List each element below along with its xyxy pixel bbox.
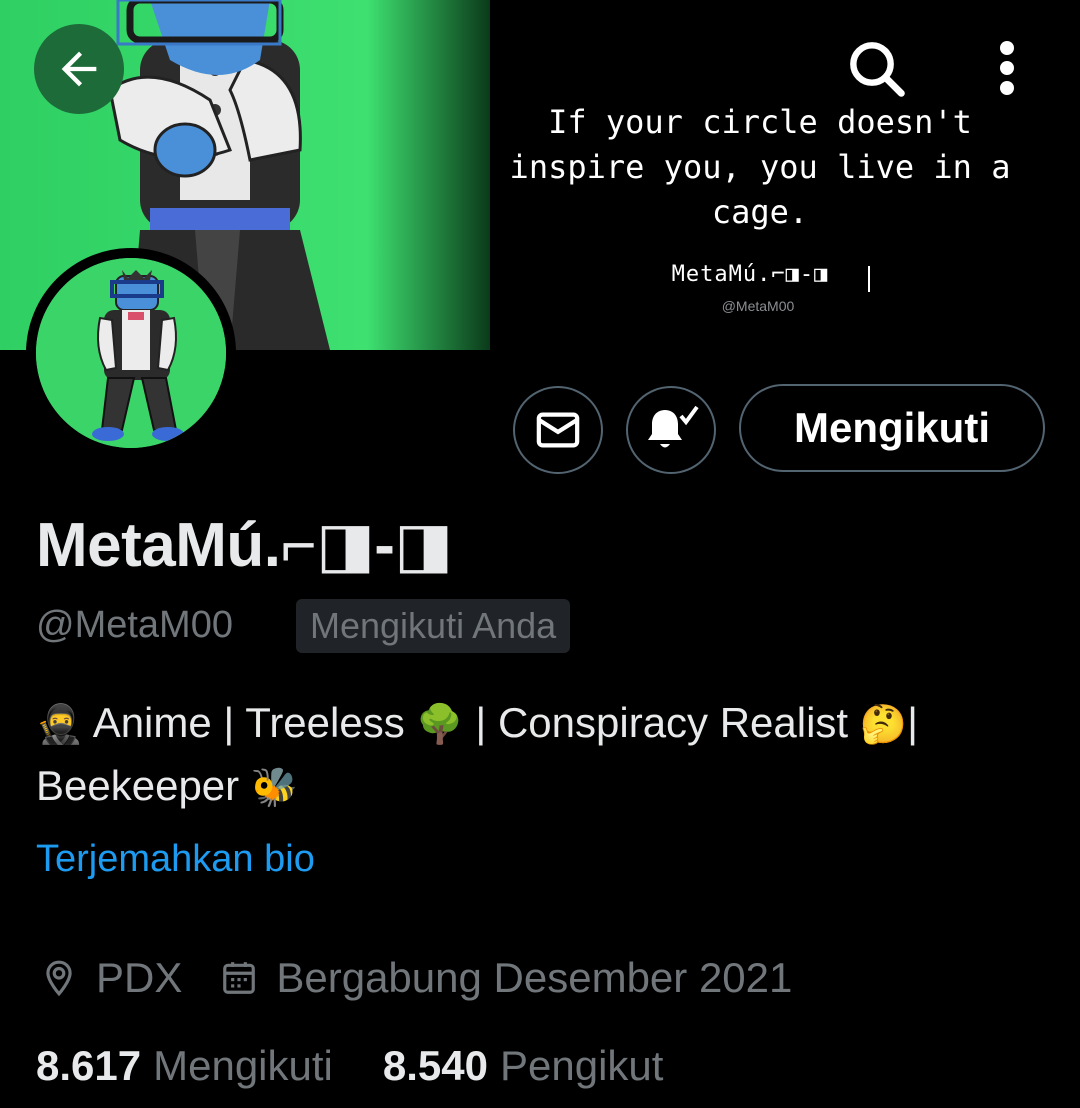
profile-display-name: MetaMú.⌐◨-◨ <box>36 511 453 580</box>
following-button[interactable]: Mengikuti <box>739 384 1045 472</box>
search-button[interactable] <box>836 28 916 108</box>
avatar[interactable] <box>26 248 236 458</box>
notifications-button[interactable] <box>626 386 716 474</box>
profile-bio: 🥷 Anime | Treeless 🌳 | Conspiracy Realis… <box>36 692 1046 818</box>
profile-join-date: Bergabung Desember 2021 <box>276 954 793 1001</box>
banner-signature-handle: @MetaM00 <box>721 298 795 314</box>
followers-stat[interactable]: 8.540 Pengikut <box>383 1042 664 1090</box>
search-icon <box>850 42 905 97</box>
bio-text-1: Anime | Treeless <box>92 699 405 746</box>
following-stat[interactable]: 8.617 Mengikuti <box>36 1042 333 1090</box>
more-vertical-icon <box>1000 41 1014 95</box>
avatar-image <box>36 258 226 448</box>
arrow-left-icon <box>61 51 97 87</box>
banner-quote-text: If your circle doesn't inspire you, you … <box>509 103 1011 231</box>
thinking-emoji-icon: 🤔 <box>859 702 908 746</box>
following-label: Mengikuti <box>153 1042 333 1089</box>
bio-text-4: Beekeeper <box>36 762 240 809</box>
avatar-character-illustration <box>36 258 226 448</box>
bell-check-icon <box>648 405 699 448</box>
message-button[interactable] <box>513 386 603 474</box>
banner-signature-name: MetaMú.⌐◨-◨ <box>671 262 829 287</box>
location-pin-icon <box>36 955 82 1001</box>
envelope-icon <box>536 412 580 448</box>
followers-count: 8.540 <box>382 1042 488 1089</box>
followers-label: Pengikut <box>499 1042 664 1089</box>
back-button[interactable] <box>34 24 124 114</box>
bee-emoji-icon: 🐝 <box>250 765 299 809</box>
tree-emoji-icon: 🌳 <box>416 702 464 746</box>
follows-you-badge: Mengikuti Anda <box>296 599 571 653</box>
more-options-button[interactable] <box>972 28 1042 108</box>
calendar-icon <box>216 955 262 1001</box>
profile-location: PDX <box>96 954 183 1001</box>
profile-handle: @MetaM00 <box>36 604 233 646</box>
banner-signature-divider <box>868 266 870 292</box>
profile-meta-row: PDX Bergabung Desember 2021 <box>36 950 792 1006</box>
following-count: 8.617 <box>36 1042 142 1089</box>
ninja-emoji-icon: 🥷 <box>36 702 84 746</box>
bio-text-3: | <box>907 699 919 746</box>
bio-text-2: | Conspiracy Realist <box>463 699 849 746</box>
profile-stats-row: 8.617 Mengikuti 8.540 Pengikut <box>36 1042 663 1090</box>
translate-bio-link[interactable]: Terjemahkan bio <box>36 838 315 881</box>
